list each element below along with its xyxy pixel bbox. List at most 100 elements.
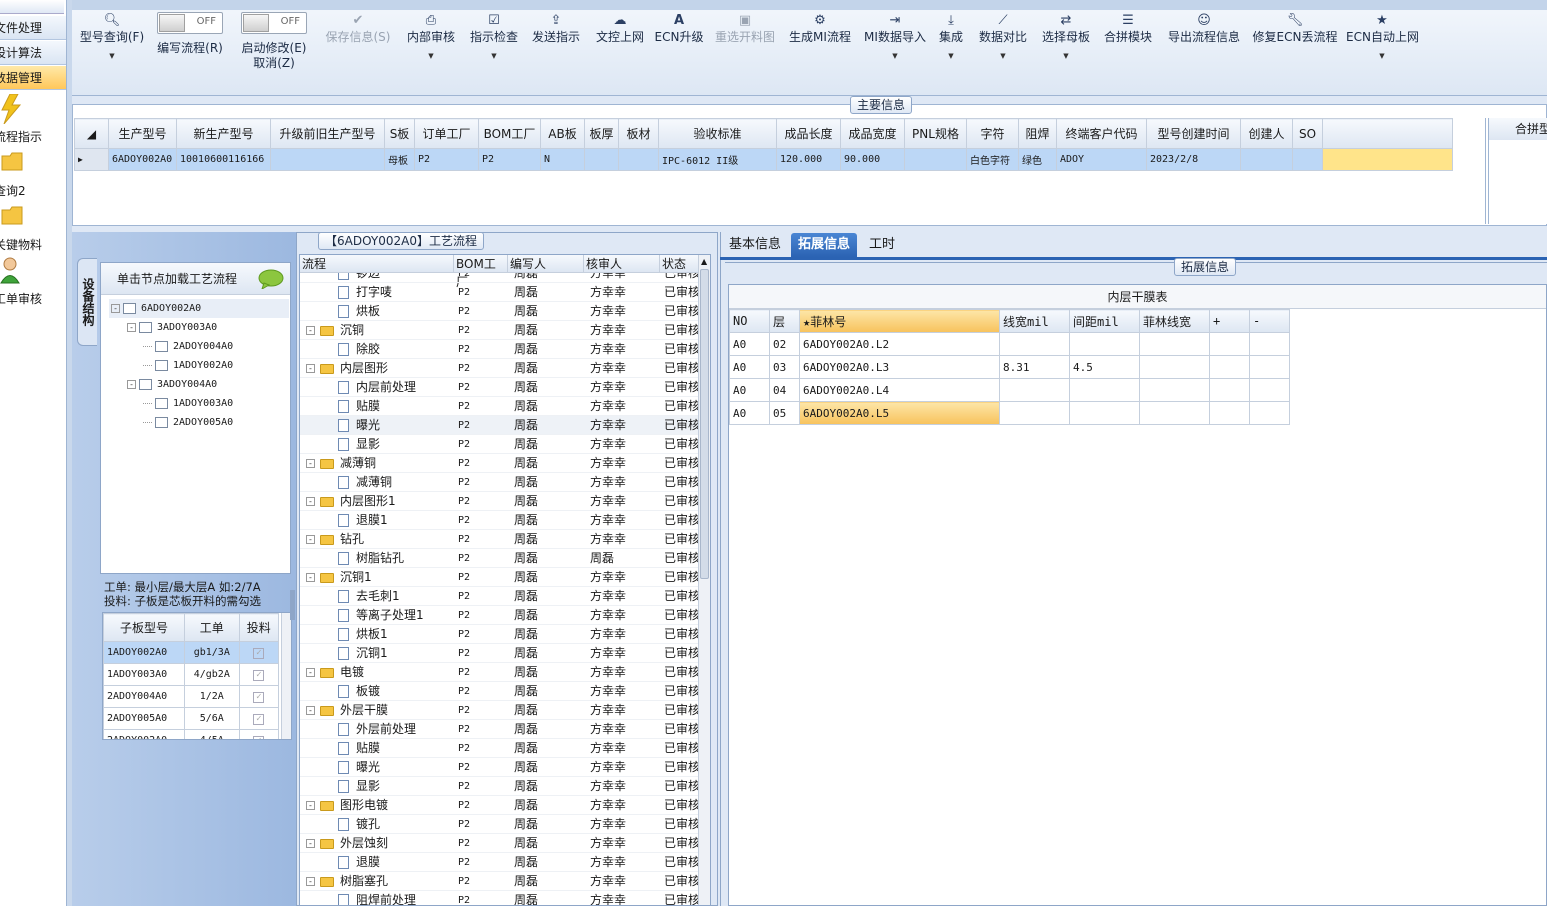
table-cell[interactable]: 90.000 [840,148,905,171]
flow-row[interactable]: 减薄铜 - P2 周磊 方幸幸 已审核 [300,454,698,473]
nav-file-processing[interactable]: 文件处理 [0,16,70,40]
collapse-icon[interactable]: - [306,497,315,506]
flow-row[interactable]: 板镀 P2 周磊 方幸幸 已审核 [300,682,698,701]
tree-node[interactable]: - 6ADOY002A0 [109,299,289,318]
column-header[interactable]: 生产型号 [108,118,177,149]
export-flow-button[interactable]: ☺ 导出流程信息 [1164,12,1244,88]
collapse-icon[interactable]: - [306,877,315,886]
flow-row[interactable]: 烘板1 P2 周磊 方幸幸 已审核 [300,625,698,644]
column-header[interactable]: 成品长度 [776,118,841,149]
table-cell[interactable] [999,332,1070,356]
collapse-icon[interactable]: - [306,573,315,582]
column-header[interactable]: ★菲林号 [799,309,1000,333]
table-cell[interactable]: A0 [729,401,770,425]
collapse-icon[interactable]: - [306,706,315,715]
column-header[interactable]: 终端客户代码 [1056,118,1147,149]
flow-row[interactable]: 烘板 P2 周磊 方幸幸 已审核 [300,302,698,321]
flow-row[interactable]: 图形电镀 - P2 周磊 方幸幸 已审核 [300,796,698,815]
column-header[interactable]: 成品宽度 [840,118,905,149]
fix-ecn-button[interactable]: 🔧︎ 修复ECN丢流程 [1252,12,1338,88]
table-cell[interactable]: A0 [729,378,770,402]
table-cell[interactable]: 4/gb2A [183,663,240,686]
table-cell[interactable]: A0 [729,355,770,379]
table-cell[interactable] [1139,332,1210,356]
table-cell[interactable]: 2ADOY004A0 [103,685,185,708]
table-cell[interactable]: P2 [414,148,479,171]
flow-column-header[interactable]: BOM工厂 [454,255,508,289]
flow-row[interactable]: 沉铜 - P2 周磊 方幸幸 已审核 [300,321,698,340]
table-cell[interactable] [1209,378,1250,402]
table-cell[interactable] [1249,332,1290,356]
feed-checkbox[interactable]: ✓ [238,663,280,686]
table-row[interactable]: A0 03 6ADOY002A0.L3 8.31 4.5 [729,355,1290,379]
flow-row[interactable]: 显影 P2 周磊 方幸幸 已审核 [300,777,698,796]
table-cell[interactable]: N [540,148,585,171]
flow-row[interactable]: 去毛刺1 P2 周磊 方幸幸 已审核 [300,587,698,606]
flow-row[interactable]: 贴膜 P2 周磊 方幸幸 已审核 [300,397,698,416]
column-header[interactable]: - [1249,309,1290,333]
table-row[interactable]: ▶ 6ADOY002A0 10010600116166 母板 P2 P2 N IPC-6012… [74,148,1453,171]
merge-module-button[interactable]: ☰ 合拼模块 [1100,12,1156,88]
column-header[interactable]: 型号创建时间 [1146,118,1241,149]
flow-row[interactable]: 曝光 P2 周磊 方幸幸 已审核 [300,416,698,435]
instruction-check-button[interactable]: ☑ 指示检查 ▼ [466,12,522,88]
flow-row[interactable]: 内层图形 - P2 周磊 方幸幸 已审核 [300,359,698,378]
collapse-icon[interactable]: - [306,801,315,810]
table-cell[interactable]: 4.5 [1069,355,1140,379]
column-header[interactable]: 板材 [618,118,659,149]
table-cell[interactable]: 04 [769,378,800,402]
flow-row[interactable]: 贴膜 P2 周磊 方幸幸 已审核 [300,739,698,758]
column-header[interactable]: 字符 [966,118,1019,149]
table-cell[interactable]: A0 [729,332,770,356]
flow-row[interactable]: 树脂钻孔 P2 周磊 周磊 已审核 [300,549,698,568]
table-cell[interactable] [904,148,967,171]
table-cell[interactable]: P2 [478,148,541,171]
write-flow-toggle[interactable]: OFF 编写流程(R) [152,12,228,88]
table-cell[interactable] [1209,401,1250,425]
collapse-icon[interactable]: - [306,535,315,544]
table-cell[interactable] [1249,378,1290,402]
table-row[interactable]: A0 04 6ADOY002A0.L4 [729,378,1290,402]
feed-checkbox[interactable]: ✓ [238,641,280,664]
tab-extended-info[interactable]: 拓展信息 [791,233,858,257]
nav-link-flow-instruction[interactable]: 流程指示 [0,94,70,148]
flow-row[interactable]: 显影 P2 周磊 方幸幸 已审核 [300,435,698,454]
column-header[interactable]: 新生产型号 [176,118,271,149]
table-cell[interactable] [1069,332,1140,356]
flow-row[interactable]: 减薄铜 P2 周磊 方幸幸 已审核 [300,473,698,492]
table-cell[interactable]: gb1/3A [183,641,240,664]
table-cell[interactable]: 6ADOY002A0.L3 [799,355,1000,379]
nav-link-query2[interactable]: 查询2 [0,148,70,202]
table-cell[interactable] [1069,401,1140,425]
table-cell[interactable]: 白色字符 [966,148,1019,171]
flow-column-header[interactable]: 编写人 [508,255,584,273]
table-row[interactable]: 2ADOY004A0 1/2A ✓ [103,685,280,708]
nav-link-key-material[interactable]: 关键物料 [0,202,70,256]
column-header[interactable]: 创建人 [1240,118,1293,149]
flow-row[interactable]: 退膜 P2 周磊 方幸幸 已审核 [300,853,698,872]
collapse-icon[interactable]: - [111,303,120,313]
flow-row[interactable]: 外层前处理 P2 周磊 方幸幸 已审核 [300,720,698,739]
flow-row[interactable]: 树脂塞孔 - P2 周磊 方幸幸 已审核 [300,872,698,891]
feed-checkbox[interactable]: ✓ [238,707,280,730]
table-cell[interactable]: 6ADOY002A0.L2 [799,332,1000,356]
table-cell[interactable]: 02 [769,332,800,356]
table-cell[interactable]: 6ADOY002A0.L4 [799,378,1000,402]
flow-row[interactable]: 内层前处理 P2 周磊 方幸幸 已审核 [300,378,698,397]
internal-review-button[interactable]: ⎙ 内部审核 ▼ [402,12,460,88]
column-header[interactable]: 间距mil [1069,309,1140,333]
collapse-icon[interactable]: - [127,322,136,332]
table-row[interactable]: 2ADOY002A04/5A ✓ [103,729,280,739]
panel-splitter[interactable] [290,590,295,620]
flow-column-header[interactable]: 状态 [660,255,700,273]
model-query-button[interactable]: 🔍︎ 型号查询(F) ▼ [78,12,146,88]
flow-row[interactable]: 沉铜1 - P2 周磊 方幸幸 已审核 [300,568,698,587]
collapse-icon[interactable]: - [306,839,315,848]
table-cell[interactable]: 4/5A [183,729,240,739]
table-cell[interactable] [999,378,1070,402]
table-cell[interactable]: 05 [769,401,800,425]
table-cell[interactable] [1209,332,1250,356]
flow-column-header[interactable]: 核审人 [584,255,660,273]
flow-row[interactable]: 沉铜1 P2 周磊 方幸幸 已审核 [300,644,698,663]
tab-basic-info[interactable]: 基本信息 [722,233,788,257]
